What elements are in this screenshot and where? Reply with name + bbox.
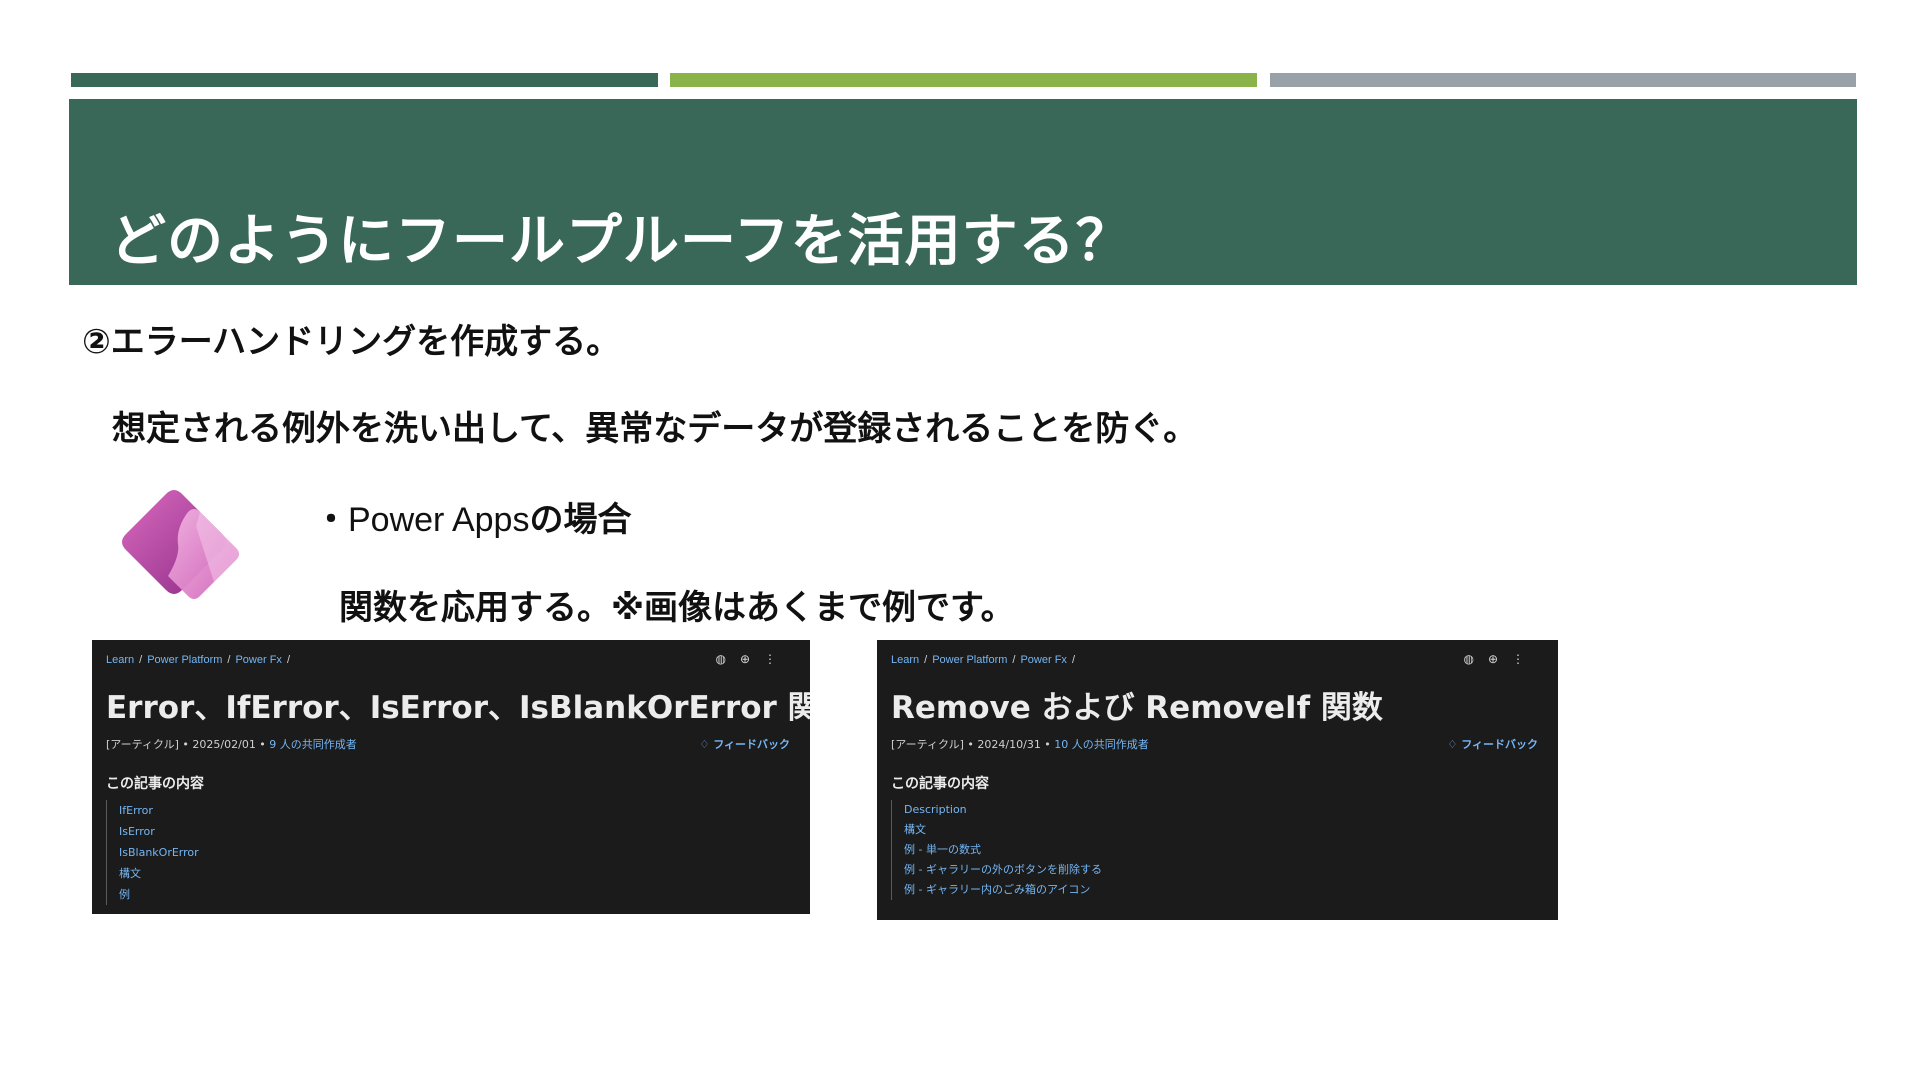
feedback-button[interactable]: ♢ フィードバック [700, 736, 790, 752]
breadcrumb-power-platform[interactable]: Power Platform [147, 654, 222, 666]
contributors-link[interactable]: 10 人の共同作成者 [1054, 738, 1149, 751]
toc-list: Description 構文 例 - 単一の数式 例 - ギャラリーの外のボタン… [891, 800, 1102, 900]
toc-item[interactable]: 例 - ギャラリーの外のボタンを削除する [904, 860, 1102, 880]
section-description: 想定される例外を洗い出して、異常なデータが登録されることを防ぐ。 [112, 409, 1198, 449]
section-subheading: ②エラーハンドリングを作成する。 [82, 322, 621, 362]
toc-item[interactable]: IfError [119, 800, 199, 821]
breadcrumb-learn[interactable]: Learn [891, 654, 919, 666]
article-title: Remove および RemoveIf 関数 [891, 690, 1383, 726]
cropped-row [891, 916, 1311, 920]
breadcrumb-power-fx[interactable]: Power Fx [1020, 654, 1066, 666]
accent-bar-gray [1270, 73, 1856, 87]
toc-list: IfError IsError IsBlankOrError 構文 例 [106, 800, 199, 905]
article-meta: [アーティクル] • 2025/02/01 • 9 人の共同作成者 [106, 738, 357, 751]
toolbar-icons: ◍⊕⋮ [715, 652, 790, 666]
docs-screenshot-remove: Learn / Power Platform / Power Fx / ◍⊕⋮ Remov… [877, 640, 1558, 920]
add-circle-icon[interactable]: ⊕ [1488, 652, 1512, 666]
toc-heading: この記事の内容 [891, 776, 989, 792]
more-icon[interactable]: ⋮ [764, 652, 790, 666]
docs-screenshot-iferror: Learn / Power Platform / Power Fx / ◍⊕⋮ Error… [92, 640, 810, 914]
power-apps-icon [122, 490, 239, 599]
article-meta: [アーティクル] • 2024/10/31 • 10 人の共同作成者 [891, 738, 1149, 751]
thumbs-icon: ♢ [699, 738, 714, 751]
accent-bar-lime [670, 73, 1257, 87]
breadcrumb-power-fx[interactable]: Power Fx [235, 654, 281, 666]
toc-item[interactable]: IsBlankOrError [119, 842, 199, 863]
toc-heading: この記事の内容 [106, 776, 204, 792]
more-icon[interactable]: ⋮ [1512, 652, 1538, 666]
toc-item[interactable]: 例 [119, 884, 199, 905]
contributors-link[interactable]: 9 人の共同作成者 [269, 738, 357, 751]
toolbar-icons: ◍⊕⋮ [1463, 652, 1538, 666]
slide-title: どのようにフールプルーフを活用する？ [110, 209, 1133, 274]
globe-icon[interactable]: ◍ [715, 652, 739, 666]
thumbs-icon: ♢ [1447, 738, 1462, 751]
breadcrumb-power-platform[interactable]: Power Platform [932, 654, 1007, 666]
bullet-suffix: の場合 [529, 500, 632, 540]
accent-bar-dark-green [71, 73, 658, 87]
toc-item[interactable]: 例 - ギャラリー内のごみ箱のアイコン [904, 880, 1102, 900]
feedback-button[interactable]: ♢ フィードバック [1448, 736, 1538, 752]
toc-item[interactable]: 構文 [119, 863, 199, 884]
toc-item[interactable]: Description [904, 800, 1102, 820]
breadcrumb-learn[interactable]: Learn [106, 654, 134, 666]
toc-item[interactable]: IsError [119, 821, 199, 842]
article-title: Error、IfError、IsError、IsBlankOrError 関数 [106, 690, 810, 726]
breadcrumb: Learn / Power Platform / Power Fx / [891, 654, 1075, 666]
toc-item[interactable]: 例 - 単一の数式 [904, 840, 1102, 860]
globe-icon[interactable]: ◍ [1463, 652, 1487, 666]
breadcrumb: Learn / Power Platform / Power Fx / [106, 654, 290, 666]
bullet-marker: ・ [314, 500, 348, 540]
bullet-note: 関数を応用する。※画像はあくまで例です。 [339, 588, 1015, 628]
bullet-app-name: Power Apps [348, 501, 530, 539]
bullet-power-apps: ・Power Appsの場合 [314, 492, 631, 541]
toc-item[interactable]: 構文 [904, 820, 1102, 840]
add-circle-icon[interactable]: ⊕ [740, 652, 764, 666]
